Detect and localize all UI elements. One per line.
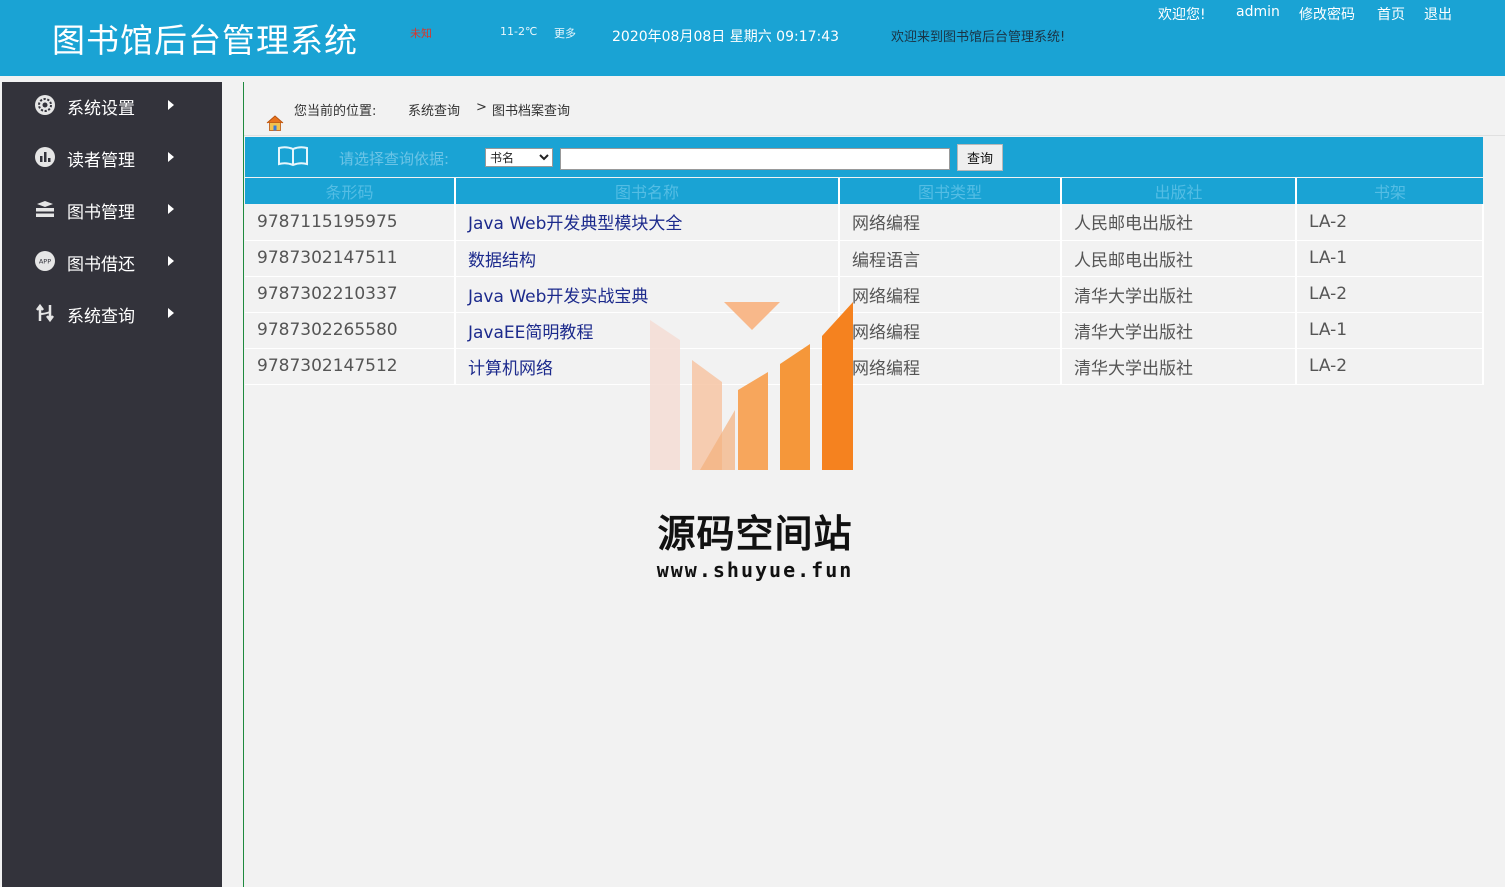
top-header: 图书馆后台管理系统 未知 11-2℃ 更多 2020年08月08日 星期六 09… [0, 0, 1505, 76]
cell-barcode: 9787115195975 [245, 204, 456, 241]
cell-barcode: 9787302147512 [245, 348, 456, 385]
weather-city: 未知 [410, 27, 432, 40]
caret-right-icon [168, 100, 174, 110]
cell-book-type: 编程语言 [839, 240, 1062, 277]
column-header-publisher: 出版社 [1061, 178, 1297, 204]
breadcrumb-separator: > [476, 100, 487, 115]
username-link[interactable]: admin [1236, 4, 1280, 20]
column-header-barcode: 条形码 [245, 178, 456, 204]
cell-barcode: 9787302265580 [245, 312, 456, 349]
cell-shelf: LA-1 [1296, 312, 1484, 349]
cell-book-name-link[interactable]: 数据结构 [455, 240, 840, 277]
sidebar-nav: 系统设置 读者管理 图书管理 APP 图书借还 系统查询 [2, 82, 222, 887]
sidebar-item-reader-management[interactable]: 读者管理 [2, 136, 222, 176]
cell-publisher: 人民邮电出版社 [1061, 204, 1297, 241]
sidebar-item-book-borrow-return[interactable]: APP 图书借还 [2, 240, 222, 280]
query-field-select[interactable]: 书名 [485, 148, 553, 167]
cell-barcode: 9787302210337 [245, 276, 456, 313]
table-header-row: 条形码 图书名称 图书类型 出版社 书架 [245, 178, 1483, 204]
cell-book-type: 网络编程 [839, 276, 1062, 313]
current-datetime: 2020年08月08日 星期六 09:17:43 [612, 29, 840, 45]
cell-publisher: 人民邮电出版社 [1061, 240, 1297, 277]
breadcrumb-system-query[interactable]: 系统查询 [408, 100, 460, 119]
logout-link[interactable]: 退出 [1424, 4, 1452, 24]
column-header-book-type: 图书类型 [839, 178, 1062, 204]
column-header-shelf: 书架 [1296, 178, 1483, 204]
home-link[interactable]: 首页 [1377, 4, 1405, 24]
welcome-message: 欢迎来到图书馆后台管理系统! [891, 30, 1066, 45]
query-input[interactable] [560, 148, 950, 170]
cell-publisher: 清华大学出版社 [1061, 312, 1297, 349]
column-header-book-name: 图书名称 [455, 178, 840, 204]
sidebar-item-label: 图书借还 [67, 255, 135, 275]
sidebar-item-system-settings[interactable]: 系统设置 [2, 84, 222, 124]
cell-book-type: 网络编程 [839, 204, 1062, 241]
exchange-icon [36, 303, 54, 323]
sidebar-item-label: 读者管理 [67, 151, 135, 171]
cell-publisher: 清华大学出版社 [1061, 276, 1297, 313]
weather-more-link[interactable]: 更多 [554, 25, 576, 41]
stack-icon [36, 201, 54, 217]
cell-book-type: 网络编程 [839, 348, 1062, 385]
cell-shelf: LA-2 [1296, 204, 1484, 241]
breadcrumb-current: 图书档案查询 [492, 104, 571, 119]
main-content: 您当前的位置: 系统查询 > 图书档案查询 请选择查询依据: 书名 查询 条形码… [243, 82, 1505, 887]
caret-right-icon [168, 152, 174, 162]
cell-shelf: LA-1 [1296, 240, 1484, 277]
gear-icon [35, 95, 55, 115]
query-label: 请选择查询依据: [339, 150, 450, 168]
sidebar-item-system-query[interactable]: 系统查询 [2, 292, 222, 332]
sidebar-item-label: 图书管理 [67, 203, 135, 223]
cell-publisher: 清华大学出版社 [1061, 348, 1297, 385]
chart-icon [35, 147, 55, 167]
greeting-text: 欢迎您! [1158, 7, 1206, 23]
sidebar-item-label: 系统查询 [67, 307, 135, 327]
cell-book-type: 网络编程 [839, 312, 1062, 349]
watermark: 源码空间站 www.shuyue.fun [640, 300, 870, 600]
breadcrumb-prefix: 您当前的位置: [294, 104, 377, 119]
change-password-link[interactable]: 修改密码 [1299, 4, 1355, 24]
cell-book-name-link[interactable]: Java Web开发典型模块大全 [455, 204, 840, 241]
caret-right-icon [168, 204, 174, 214]
query-button[interactable]: 查询 [957, 144, 1003, 171]
app-title: 图书馆后台管理系统 [52, 21, 358, 60]
caret-right-icon [168, 308, 174, 318]
cell-shelf: LA-2 [1296, 348, 1484, 385]
cell-barcode: 9787302147511 [245, 240, 456, 277]
table-row: 9787302147511 数据结构 编程语言 人民邮电出版社 LA-1 [245, 240, 1484, 277]
table-row: 9787115195975 Java Web开发典型模块大全 网络编程 人民邮电… [245, 204, 1484, 241]
cell-shelf: LA-2 [1296, 276, 1484, 313]
watermark-title: 源码空间站 [657, 512, 853, 556]
query-bar: 请选择查询依据: 书名 查询 [245, 137, 1483, 177]
caret-right-icon [168, 256, 174, 266]
sidebar-item-label: 系统设置 [67, 99, 135, 119]
svg-text:APP: APP [39, 258, 51, 266]
watermark-logo [650, 302, 853, 470]
weather-temperature: 11-2℃ [500, 25, 538, 38]
sidebar-item-book-management[interactable]: 图书管理 [2, 188, 222, 228]
breadcrumb: 您当前的位置: 系统查询 > 图书档案查询 [244, 82, 1505, 136]
watermark-url: www.shuyue.fun [656, 558, 854, 582]
home-icon [266, 115, 284, 131]
app-icon: APP [35, 251, 55, 271]
book-icon [278, 146, 308, 167]
